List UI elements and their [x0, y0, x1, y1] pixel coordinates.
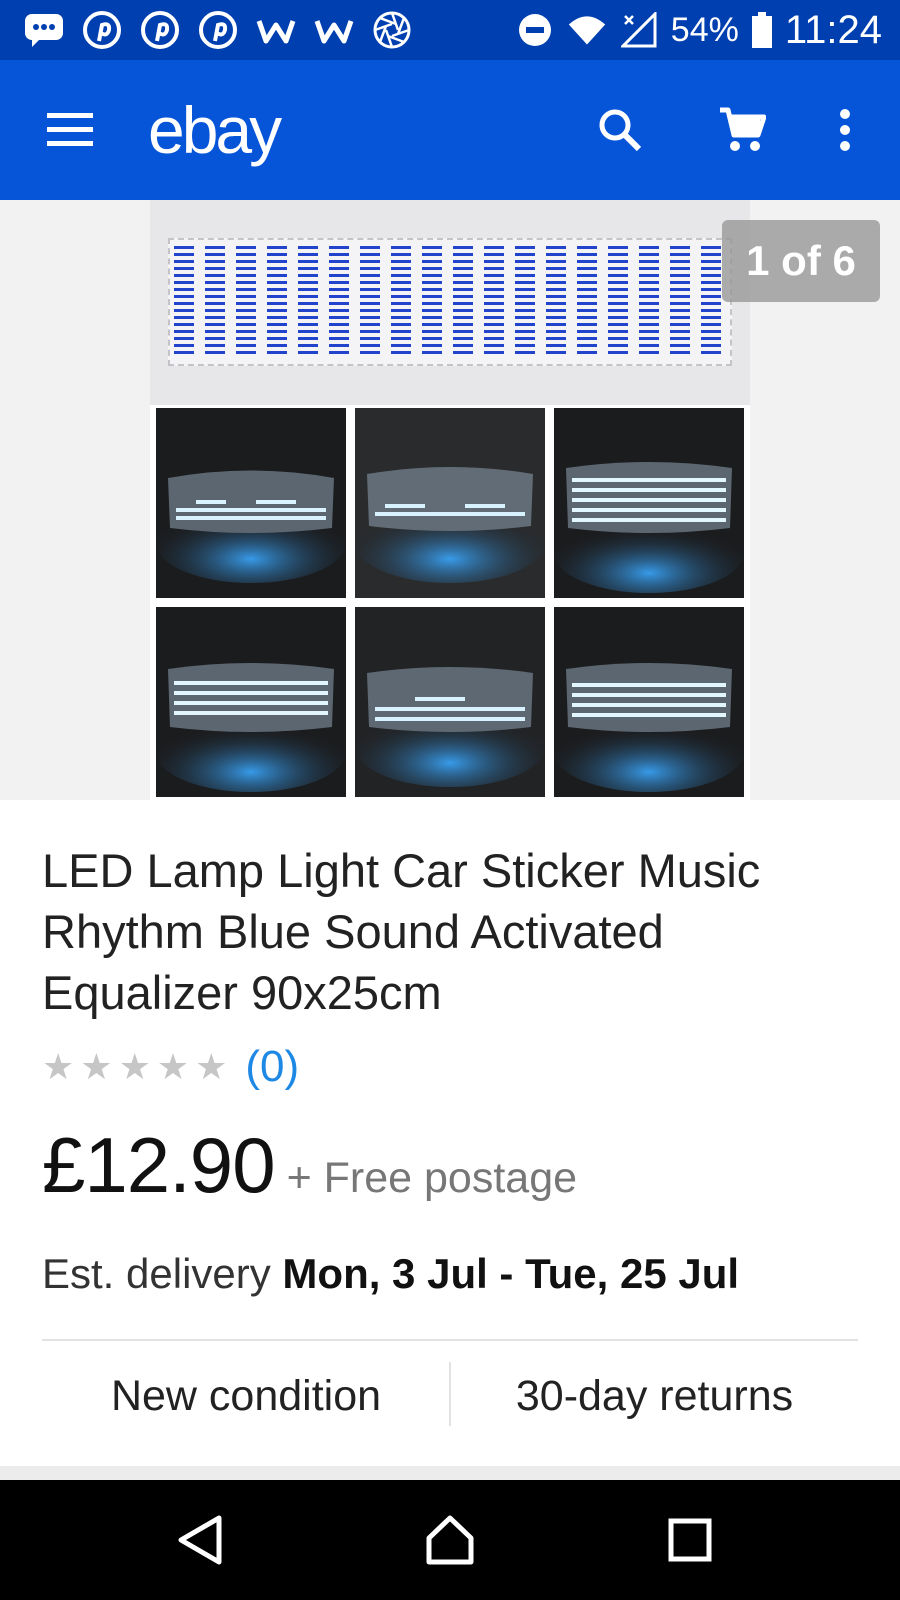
search-button[interactable] — [590, 100, 650, 160]
w-app-icon — [256, 10, 296, 50]
cart-button[interactable] — [712, 100, 772, 160]
notification-icons — [0, 10, 412, 50]
divider — [42, 1339, 858, 1341]
wifi-icon — [567, 10, 607, 50]
home-icon — [426, 1515, 474, 1565]
more-vert-icon — [840, 109, 850, 151]
signal-icon — [619, 10, 659, 50]
rating-stars: ★ ★ ★ ★ ★ — [42, 1047, 227, 1087]
product-title: LED Lamp Light Car Sticker Music Rhythm … — [42, 844, 761, 1019]
product-image[interactable] — [150, 200, 750, 800]
delivery-label: Est. delivery — [42, 1250, 271, 1297]
price-row: £12.90 + Free postage — [42, 1120, 577, 1211]
lit-sticker-photo — [554, 607, 744, 797]
star-icon: ★ — [118, 1046, 151, 1087]
clock: 11:24 — [784, 7, 882, 52]
status-bar: 54% 11:24 — [0, 0, 900, 60]
ebay-logo[interactable]: ebay — [148, 90, 282, 170]
rating-count-link[interactable]: (0) — [245, 1042, 299, 1092]
w-app-icon — [314, 10, 354, 50]
delivery-dates: Mon, 3 Jul - Tue, 25 Jul — [282, 1250, 740, 1297]
star-icon: ★ — [80, 1046, 113, 1087]
search-icon — [599, 109, 642, 152]
image-gallery[interactable]: 1 of 6 — [0, 200, 900, 800]
more-options-button[interactable] — [820, 100, 870, 160]
product-info: LED Lamp Light Car Sticker Music Rhythm … — [0, 800, 900, 1466]
postage: + Free postage — [286, 1154, 578, 1202]
system-navigation-bar — [0, 1480, 900, 1600]
equalizer-sticker — [168, 238, 732, 366]
lit-sticker-photo — [554, 408, 744, 598]
lit-sticker-photo — [355, 408, 545, 598]
lit-sticker-photo — [355, 607, 545, 797]
star-icon: ★ — [195, 1046, 228, 1087]
home-button[interactable] — [405, 1504, 495, 1576]
star-icon: ★ — [156, 1046, 190, 1087]
menu-icon — [47, 113, 93, 146]
sticker-photo — [150, 200, 750, 405]
returns-button[interactable]: 30-day returns — [451, 1342, 858, 1450]
star-icon: ★ — [42, 1046, 75, 1087]
lit-sticker-photo — [156, 408, 346, 598]
battery-icon — [751, 10, 773, 50]
app-bar: ebay — [0, 60, 900, 200]
pinterest-icon — [140, 10, 180, 50]
aperture-icon — [372, 10, 412, 50]
image-counter: 1 of 6 — [722, 220, 880, 302]
menu-button[interactable] — [40, 102, 100, 158]
cart-icon — [720, 107, 766, 151]
do-not-disturb-icon — [515, 10, 555, 50]
price: £12.90 — [42, 1121, 276, 1209]
back-icon — [178, 1515, 222, 1565]
pinterest-icon — [82, 10, 122, 50]
section-separator — [0, 1466, 900, 1480]
estimated-delivery: Est. delivery Mon, 3 Jul - Tue, 25 Jul — [42, 1250, 739, 1298]
thumbnail-grid — [156, 408, 744, 800]
battery-percent: 54% — [670, 10, 739, 49]
recents-icon — [668, 1518, 712, 1562]
pinterest-icon — [198, 10, 238, 50]
rating[interactable]: ★ ★ ★ ★ ★ (0) — [42, 1042, 299, 1092]
back-button[interactable] — [155, 1504, 245, 1576]
lit-sticker-photo — [156, 607, 346, 797]
recents-button[interactable] — [645, 1504, 735, 1576]
condition-button[interactable]: New condition — [42, 1342, 450, 1450]
chat-bubble-icon — [24, 10, 64, 50]
